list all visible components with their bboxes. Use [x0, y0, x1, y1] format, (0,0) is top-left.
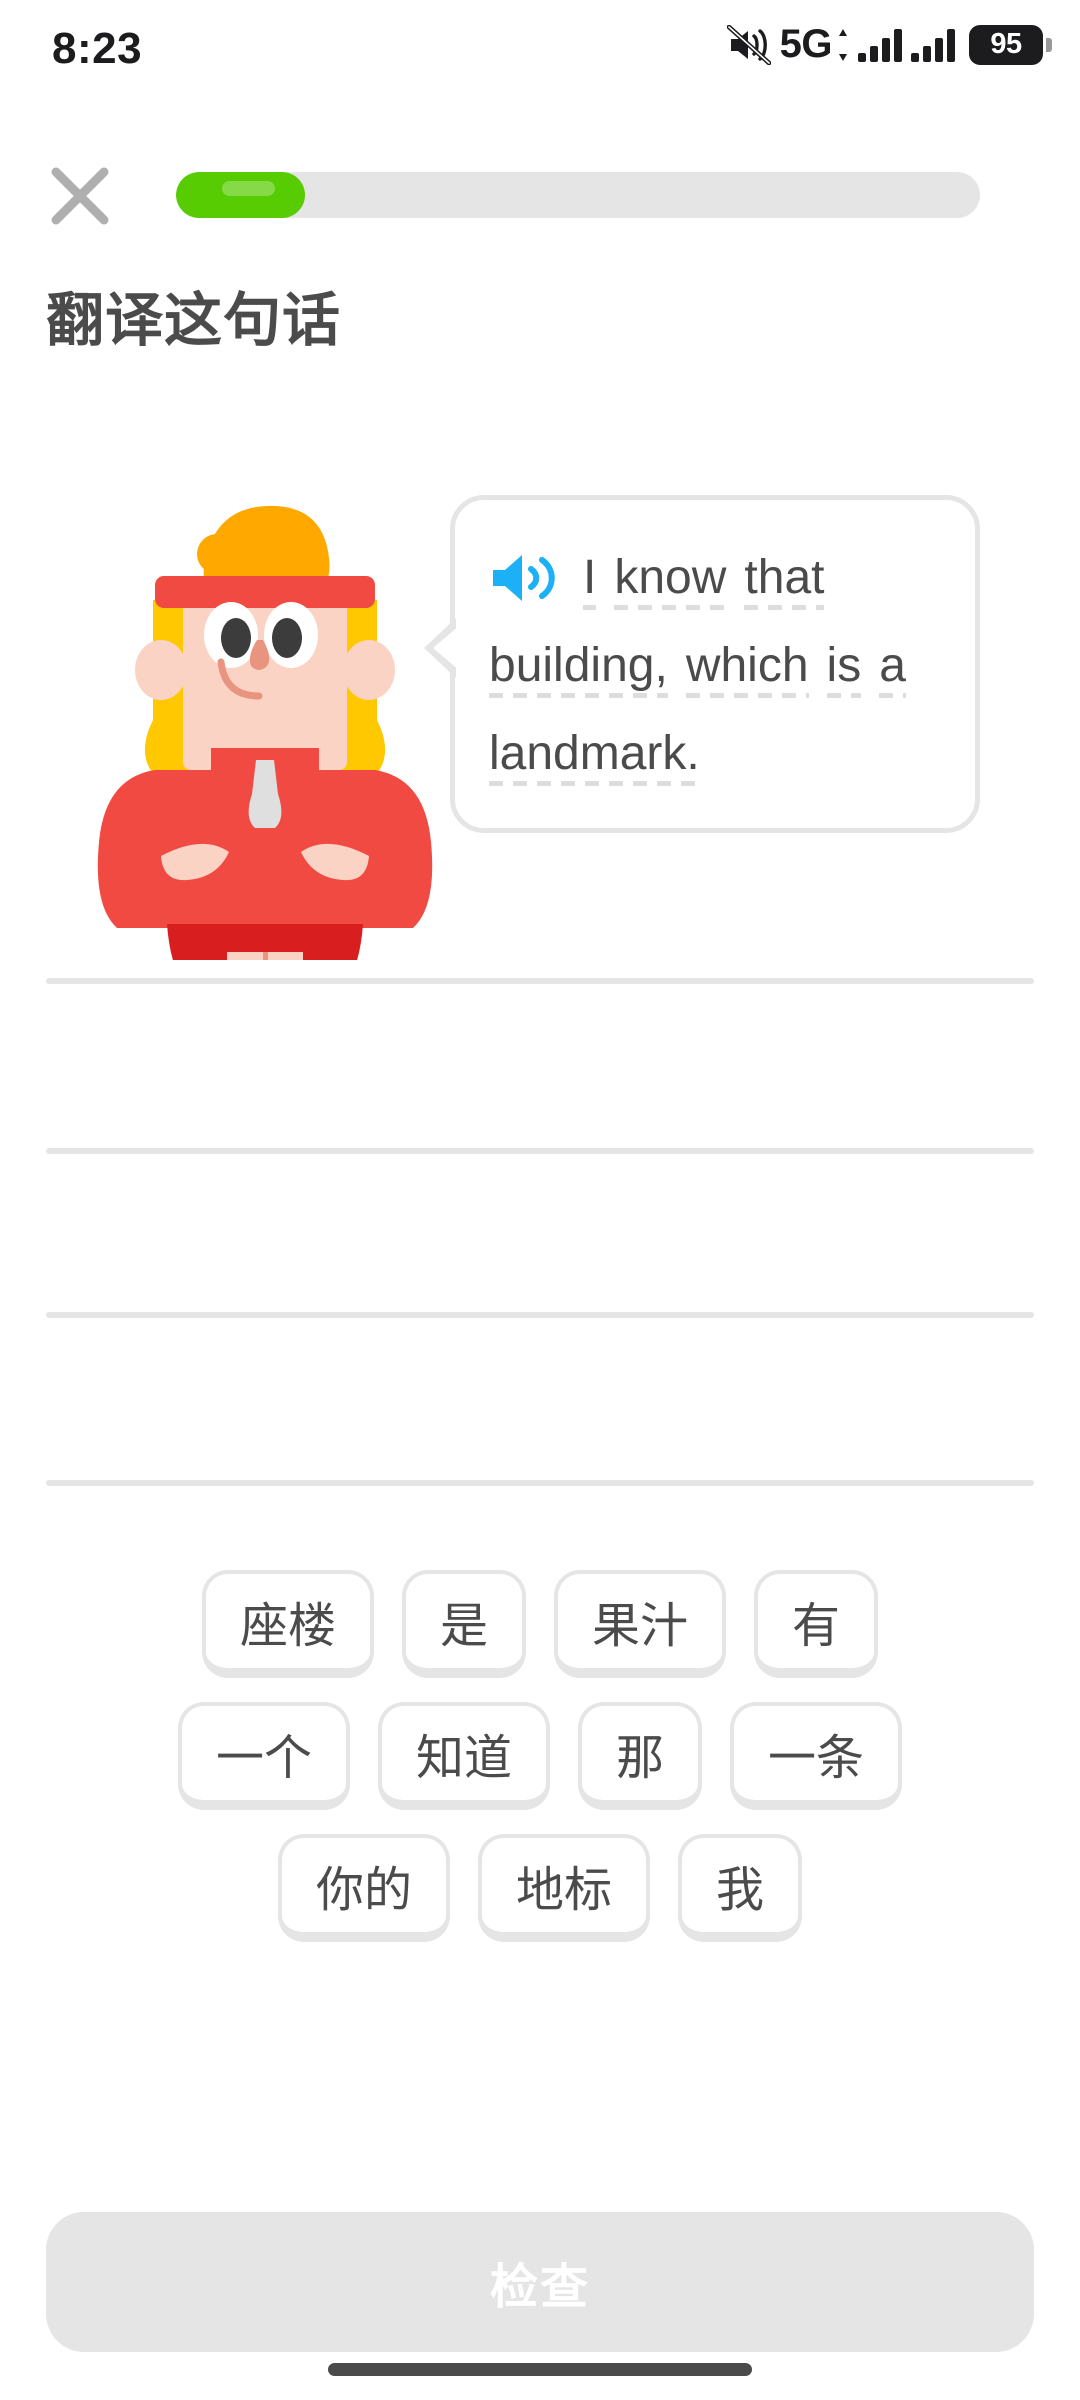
speaker-icon[interactable]: [489, 550, 561, 606]
word-bank-row: 你的 地标 我: [0, 1834, 1080, 1942]
lesson-progress-fill: [176, 172, 305, 218]
close-icon: [51, 167, 109, 225]
prompt-word[interactable]: building,: [489, 622, 668, 710]
battery-icon: 95: [969, 24, 1052, 65]
prompt-word[interactable]: that: [744, 534, 825, 622]
word-tile[interactable]: 一条: [730, 1702, 903, 1810]
network-type-label: 5G: [779, 22, 833, 66]
check-button[interactable]: 检查: [46, 2212, 1034, 2352]
prompt-word[interactable]: I: [583, 534, 597, 622]
prompt-section: I know that building, which is a landmar…: [0, 470, 1080, 970]
word-tile[interactable]: 知道: [377, 1702, 550, 1810]
word-tile[interactable]: 我: [678, 1834, 803, 1942]
word-tile[interactable]: 座楼: [201, 1570, 374, 1678]
word-tile[interactable]: 一个: [177, 1702, 350, 1810]
prompt-speech-bubble: I know that building, which is a landmar…: [424, 495, 980, 833]
prompt-word[interactable]: know: [614, 534, 727, 622]
lesson-header: [0, 150, 1080, 240]
cellular-signal-icon-1: [858, 28, 902, 62]
home-indicator[interactable]: [328, 2363, 752, 2376]
cellular-signal-icon-2: [911, 28, 955, 62]
lesson-progress-bar: [176, 172, 980, 218]
answer-line[interactable]: [46, 1480, 1034, 1486]
status-bar-clock: 8:23: [52, 24, 143, 73]
answer-line[interactable]: [46, 1312, 1034, 1318]
answer-line[interactable]: [46, 978, 1034, 984]
word-tile[interactable]: 有: [754, 1570, 879, 1678]
word-tile[interactable]: 那: [578, 1702, 703, 1810]
close-button[interactable]: [34, 150, 126, 242]
word-tile[interactable]: 地标: [477, 1834, 650, 1942]
word-bank-row: 座楼 是 果汁 有: [0, 1570, 1080, 1678]
word-bank: 座楼 是 果汁 有 一个 知道 那 一条 你的 地标 我: [0, 1570, 1080, 1966]
battery-percent-label: 95: [990, 28, 1022, 60]
data-transfer-arrows-icon: [839, 28, 847, 61]
prompt-word[interactable]: which: [685, 622, 809, 710]
app-screen: 8:23 5G 95 翻译这句话 I know that building, w…: [0, 0, 1080, 2400]
status-bar-indicators: 5G 95: [726, 22, 1052, 67]
mascot-character: [97, 505, 433, 960]
word-tile[interactable]: 果汁: [554, 1570, 727, 1678]
prompt-word[interactable]: a: [879, 622, 906, 710]
answer-line[interactable]: [46, 1148, 1034, 1154]
status-bar: 8:23 5G 95: [0, 0, 1080, 96]
prompt-word[interactable]: landmark.: [489, 710, 700, 798]
prompt-sentence: I know that building, which is a landmar…: [489, 534, 945, 798]
answer-drop-area[interactable]: [0, 960, 1080, 1520]
progress-gloss: [222, 181, 275, 196]
word-tile[interactable]: 你的: [277, 1834, 450, 1942]
page-title: 翻译这句话: [46, 288, 342, 353]
word-tile[interactable]: 是: [401, 1570, 526, 1678]
word-bank-row: 一个 知道 那 一条: [0, 1702, 1080, 1810]
mute-icon: [726, 24, 771, 65]
prompt-word[interactable]: is: [826, 622, 861, 710]
